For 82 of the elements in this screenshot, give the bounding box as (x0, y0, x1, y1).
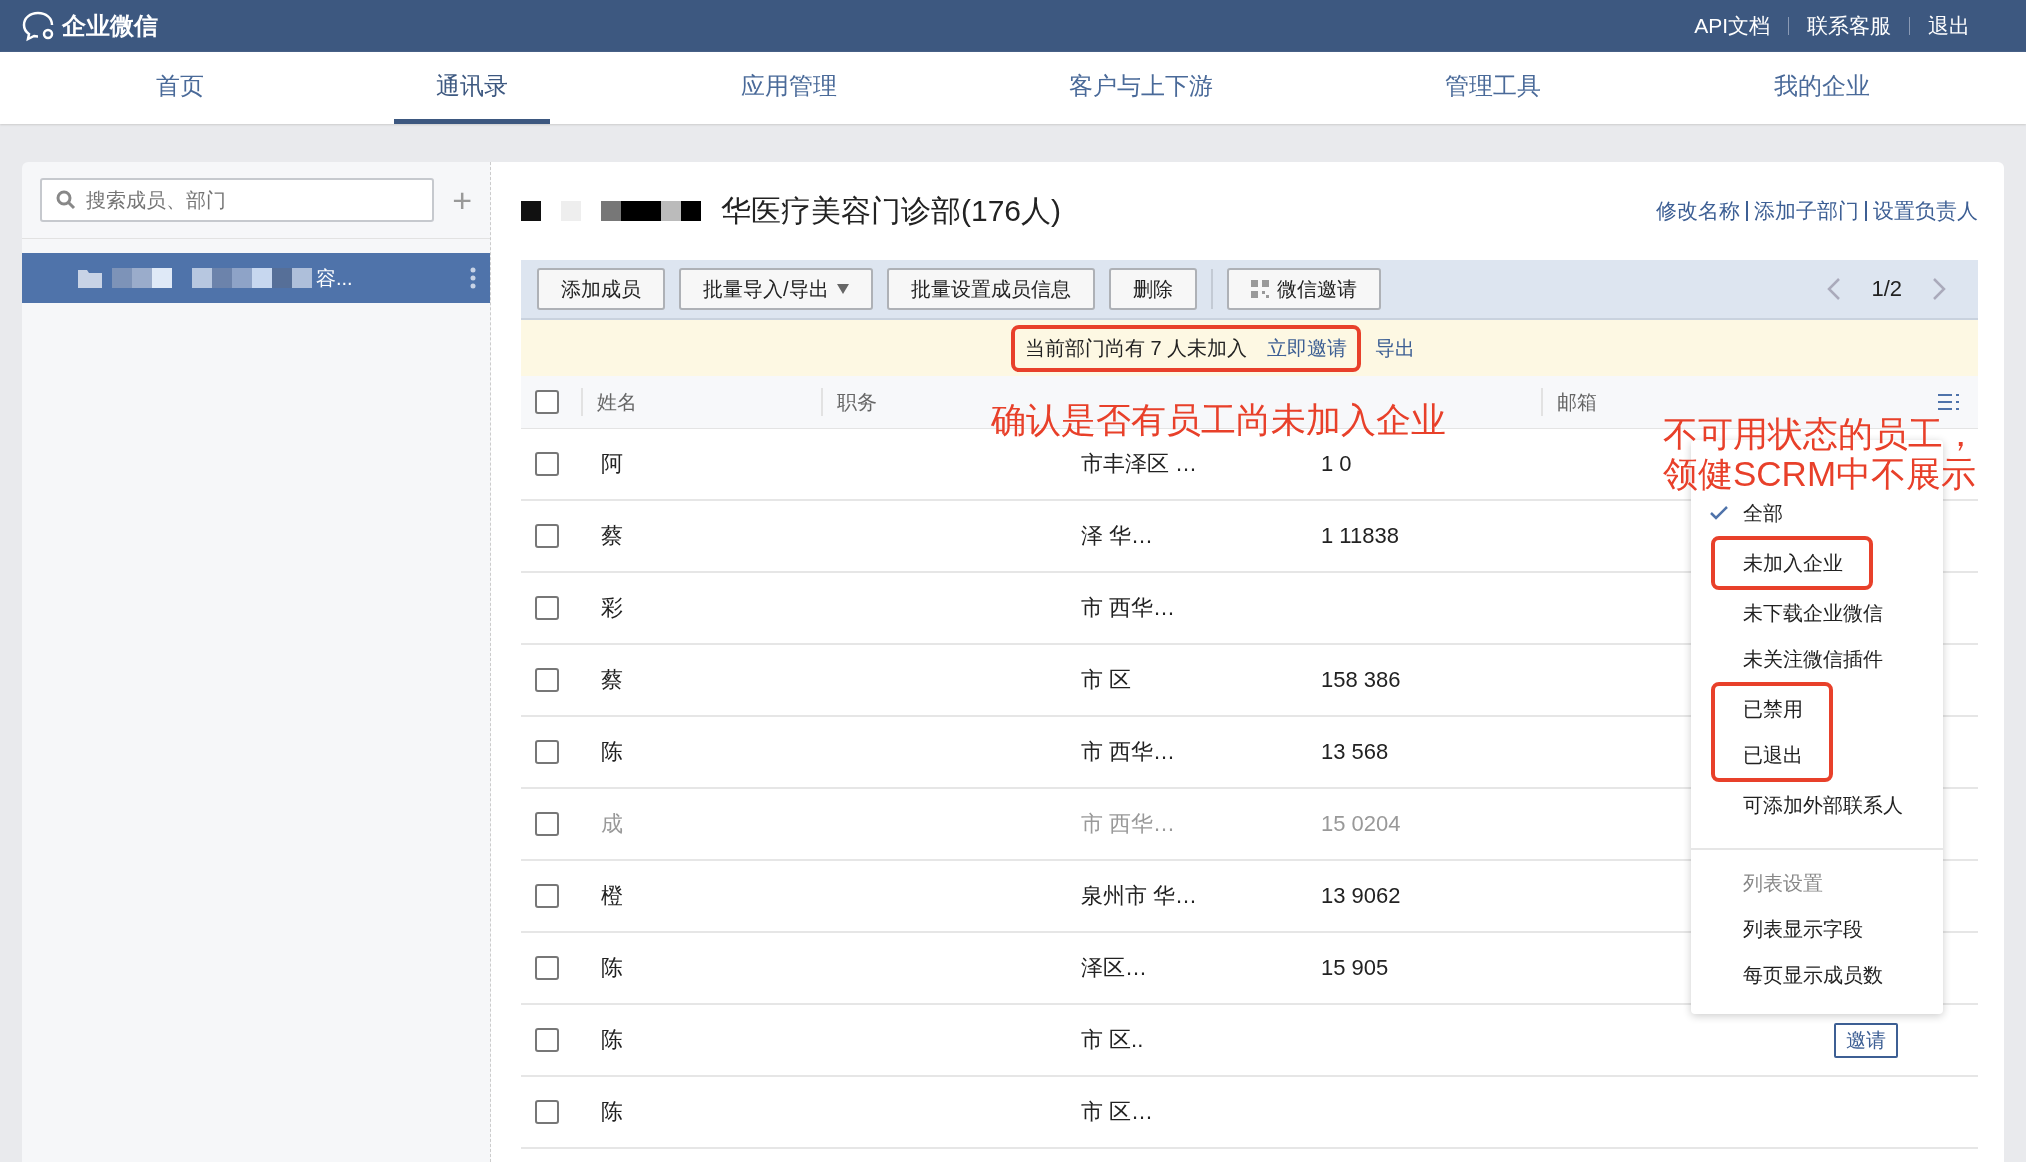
phone-cell-text: 1 0 (1320, 451, 1353, 477)
column-header: 邮箱 (1541, 388, 1597, 416)
department-title: 华医疗美容门诊部(176人) (721, 192, 1062, 229)
filter-option[interactable]: 未下载企业微信 (1691, 590, 1943, 636)
row-checkbox[interactable] (535, 740, 559, 764)
name-cell-text: 阿 (600, 450, 624, 478)
notice-text: 当前部门尚有 7 人未加入 (1025, 335, 1248, 361)
column-header: 姓名 (581, 388, 821, 416)
logo-icon (22, 10, 56, 42)
department-cell-text: 市 区.. (1080, 1026, 1145, 1054)
nav-tab[interactable]: 客户与上下游 (1027, 52, 1256, 124)
header-link[interactable]: API文档 (1694, 12, 1770, 40)
name-cell-text: 陈 (600, 1098, 624, 1126)
department-cell-text: 泽 华… (1080, 522, 1155, 550)
filter-option[interactable]: 未加入企业 (1715, 540, 1869, 586)
action-link[interactable]: 修改名称 (1656, 197, 1740, 225)
search-icon (56, 190, 76, 210)
invite-button[interactable]: 邀请 (1834, 1022, 1898, 1058)
nav-tab[interactable]: 通讯录 (394, 52, 551, 124)
name-cell-text: 蔡 (600, 522, 624, 550)
name-cell-text: 蔡 (600, 666, 624, 694)
filter-option[interactable]: 可添加外部联系人 (1691, 782, 1943, 828)
menu-section-title: 列表设置 (1742, 870, 1824, 896)
search-field[interactable]: 搜索成员、部门 (40, 178, 435, 222)
page-indicator: 1/2 (1871, 276, 1902, 302)
department-cell-text: 市 区 (1080, 666, 1133, 694)
row-checkbox[interactable] (535, 596, 559, 620)
name-cell-text: 陈 (600, 738, 624, 766)
nav-tab[interactable]: 管理工具 (1403, 52, 1584, 124)
filter-option[interactable]: 已退出 (1715, 732, 1829, 778)
row-checkbox[interactable] (535, 956, 559, 980)
phone-cell-text: 13 568 (1320, 739, 1390, 765)
row-checkbox[interactable] (535, 524, 559, 548)
department-cell-text: 市 西华… (1080, 738, 1177, 766)
name-cell-text: 彩 (600, 594, 624, 622)
department-item[interactable]: 容... (22, 253, 490, 303)
nav-tab[interactable]: 我的企业 (1731, 52, 1912, 124)
name-cell-text: 成 (600, 810, 624, 838)
phone-cell-text: 158 386 (1320, 667, 1402, 693)
filter-option[interactable]: 未关注微信插件 (1691, 636, 1943, 682)
nav-tab[interactable]: 应用管理 (698, 52, 879, 124)
qr-code-icon (1250, 280, 1269, 298)
phone-cell-text: 13 9062 (1320, 883, 1402, 909)
department-cell-text: 市 区… (1080, 1098, 1155, 1126)
toolbar-button[interactable]: 微信邀请 (1226, 268, 1381, 310)
department-cell-text: 市 西华… (1080, 810, 1177, 838)
row-checkbox[interactable] (535, 668, 559, 692)
logo-text: 企业微信 (62, 11, 158, 41)
toolbar-button[interactable]: 批量设置成员信息 (886, 268, 1095, 310)
more-icon[interactable] (470, 267, 476, 289)
invite-link[interactable]: 立即邀请 (1267, 334, 1348, 362)
department-cell-text: 泉州市 华… (1080, 882, 1199, 910)
export-link[interactable]: 导出 (1375, 334, 1416, 362)
name-cell-text: 陈 (600, 1026, 624, 1054)
header-link[interactable]: 退出 (1928, 12, 1970, 40)
toolbar-button[interactable]: 批量导入/导出 (679, 268, 873, 310)
department-cell-text: 市 西华… (1080, 594, 1177, 622)
row-checkbox[interactable] (535, 884, 559, 908)
phone-cell-text: 15 905 (1320, 955, 1390, 981)
toolbar-button[interactable]: 删除 (1108, 268, 1197, 310)
menu-item[interactable]: 每页显示成员数 (1691, 952, 1943, 998)
row-checkbox[interactable] (535, 1028, 559, 1052)
header-link[interactable]: 联系客服 (1807, 12, 1891, 40)
select-all-checkbox[interactable] (535, 390, 559, 414)
action-link[interactable]: 添加子部门 (1754, 197, 1859, 225)
nav-tab[interactable]: 首页 (114, 52, 247, 124)
department-cell-text: 泽区… (1080, 954, 1148, 982)
action-link[interactable]: 设置负责人 (1873, 197, 1978, 225)
phone-cell-text: 1 11838 (1320, 523, 1400, 549)
filter-option[interactable]: 已禁用 (1715, 686, 1829, 732)
menu-item[interactable]: 列表显示字段 (1691, 906, 1943, 952)
caret-icon (836, 284, 849, 294)
name-cell-text: 陈 (600, 954, 624, 982)
phone-cell-text: 15 0204 (1320, 811, 1402, 837)
toolbar-button[interactable]: 添加成员 (537, 268, 665, 310)
department-cell-text: 市丰泽区 … (1080, 450, 1199, 478)
list-settings-icon[interactable] (1938, 393, 1960, 411)
department-name[interactable]: 容... (316, 264, 353, 292)
row-checkbox[interactable] (535, 1100, 559, 1124)
row-checkbox[interactable] (535, 452, 559, 476)
name-cell-text: 橙 (600, 882, 624, 910)
folder-icon (78, 268, 102, 288)
